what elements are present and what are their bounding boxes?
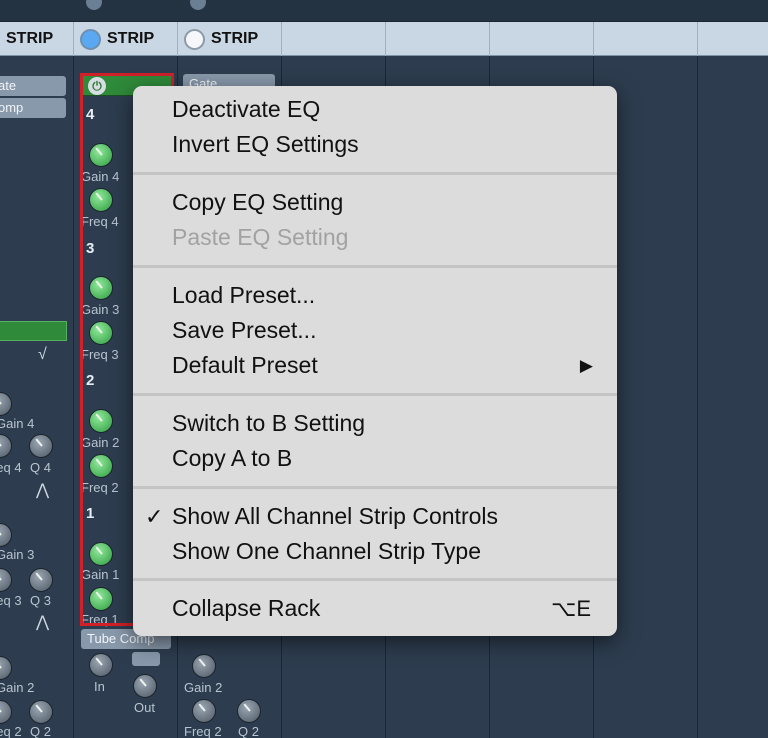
- strip-header-empty: [282, 22, 386, 56]
- menu-separator: [133, 384, 617, 406]
- column-divider: [697, 56, 698, 738]
- gain-knob[interactable]: [192, 654, 216, 678]
- menu-item-copy-eq-setting[interactable]: Copy EQ Setting: [133, 185, 617, 220]
- knob-label: In: [94, 679, 105, 694]
- indicator-dot: [86, 0, 102, 10]
- knob-label: Freq 2: [184, 724, 222, 738]
- strip-header-empty: [490, 22, 594, 56]
- out-knob[interactable]: [133, 674, 157, 698]
- menu-item-paste-eq-setting: Paste EQ Setting: [133, 220, 617, 255]
- peak-curve-icon[interactable]: ⋀: [36, 480, 49, 500]
- menu-item-label: Save Preset...: [172, 316, 317, 343]
- menu-item-label: Paste EQ Setting: [172, 224, 349, 251]
- q-knob[interactable]: [237, 699, 261, 723]
- mode-button[interactable]: [132, 652, 160, 666]
- menu-item-label: Show One Channel Strip Type: [172, 537, 481, 564]
- strip-header: STRIP STRIP STRIP: [0, 22, 768, 56]
- freq-knob[interactable]: [192, 699, 216, 723]
- column-divider: [73, 56, 74, 738]
- menu-item-label: Copy A to B: [172, 445, 293, 472]
- q-knob[interactable]: [29, 434, 53, 458]
- radio-selected-icon: [80, 28, 101, 50]
- q-knob[interactable]: [29, 700, 53, 724]
- freq-knob[interactable]: [0, 434, 12, 458]
- keyboard-shortcut: ⌥E: [550, 596, 591, 622]
- knob-label: Gain 3: [0, 547, 35, 562]
- knob-label: Freq 3: [0, 593, 22, 608]
- eq-module-header[interactable]: [0, 321, 67, 341]
- menu-separator: [133, 256, 617, 278]
- knob-label: Out: [134, 700, 155, 715]
- menu-item-collapse-rack[interactable]: Collapse Rack ⌥E: [133, 591, 617, 626]
- knob-label: Q 3: [30, 593, 51, 608]
- freq-knob[interactable]: [0, 700, 12, 724]
- shelf-curve-icon[interactable]: √: [38, 346, 47, 364]
- knob-label: Q 2: [238, 724, 259, 738]
- gain-knob[interactable]: [0, 656, 12, 680]
- menu-item-label: Default Preset: [172, 352, 318, 379]
- strip-header-empty: [386, 22, 490, 56]
- menu-item-deactivate-eq[interactable]: Deactivate EQ: [133, 92, 617, 127]
- menu-item-label: Deactivate EQ: [172, 96, 321, 122]
- menu-item-label: Invert EQ Settings: [172, 131, 359, 158]
- knob-label: Gain 4: [0, 416, 35, 431]
- q-knob[interactable]: [29, 568, 53, 592]
- menu-separator: [133, 569, 617, 591]
- strip-toggle-3[interactable]: STRIP: [178, 22, 282, 56]
- menu-item-label: Collapse Rack: [172, 595, 321, 622]
- in-knob[interactable]: [89, 653, 113, 677]
- strip-toggle-2[interactable]: STRIP: [74, 22, 178, 56]
- menu-item-invert-eq-settings[interactable]: Invert EQ Settings: [133, 127, 617, 162]
- strip-toggle-label: STRIP: [107, 30, 155, 47]
- submenu-arrow-icon: ▶: [579, 356, 593, 376]
- menu-item-show-all-channel-strip-controls[interactable]: ✓ Show All Channel Strip Controls: [133, 499, 617, 534]
- gate-module-button[interactable]: ate: [0, 76, 66, 96]
- knob-label: Q 4: [30, 460, 51, 475]
- menu-item-label: Switch to B Setting: [172, 409, 366, 436]
- menu-item-save-preset[interactable]: Save Preset...: [133, 313, 617, 348]
- menu-separator: [133, 477, 617, 499]
- knob-label: Q 2: [30, 724, 51, 738]
- knob-label: Freq 2: [0, 724, 22, 738]
- menu-item-load-preset[interactable]: Load Preset...: [133, 278, 617, 313]
- freq-knob[interactable]: [0, 568, 12, 592]
- top-strip: [0, 0, 768, 22]
- peak-curve-icon[interactable]: ⋀: [36, 612, 49, 632]
- menu-item-default-preset[interactable]: Default Preset ▶: [133, 348, 617, 383]
- strip-header-empty: [594, 22, 698, 56]
- knob-label: Gain 2: [0, 680, 35, 695]
- radio-unselected-icon: [184, 28, 205, 50]
- menu-item-label: Copy EQ Setting: [172, 188, 344, 215]
- knob-label: Gain 2: [184, 680, 223, 695]
- menu-item-label: Load Preset...: [172, 281, 316, 308]
- indicator-dot: [190, 0, 206, 10]
- gain-knob[interactable]: [0, 523, 12, 547]
- strip-toggle-label: STRIP: [211, 30, 259, 47]
- menu-item-copy-a-to-b[interactable]: Copy A to B: [133, 441, 617, 476]
- strip-toggle-1[interactable]: STRIP: [0, 22, 74, 56]
- menu-separator: [133, 163, 617, 185]
- checkmark-icon: ✓: [145, 503, 164, 529]
- menu-item-switch-to-b-setting[interactable]: Switch to B Setting: [133, 406, 617, 441]
- menu-item-show-one-channel-strip-type[interactable]: Show One Channel Strip Type: [133, 534, 617, 569]
- menu-item-label: Show All Channel Strip Controls: [172, 502, 498, 529]
- strip-toggle-label: STRIP: [6, 30, 54, 47]
- gain-knob[interactable]: [0, 392, 12, 416]
- eq-context-menu: Deactivate EQ Invert EQ Settings Copy EQ…: [133, 86, 617, 636]
- comp-module-button[interactable]: omp: [0, 98, 66, 118]
- knob-label: Freq 4: [0, 460, 22, 475]
